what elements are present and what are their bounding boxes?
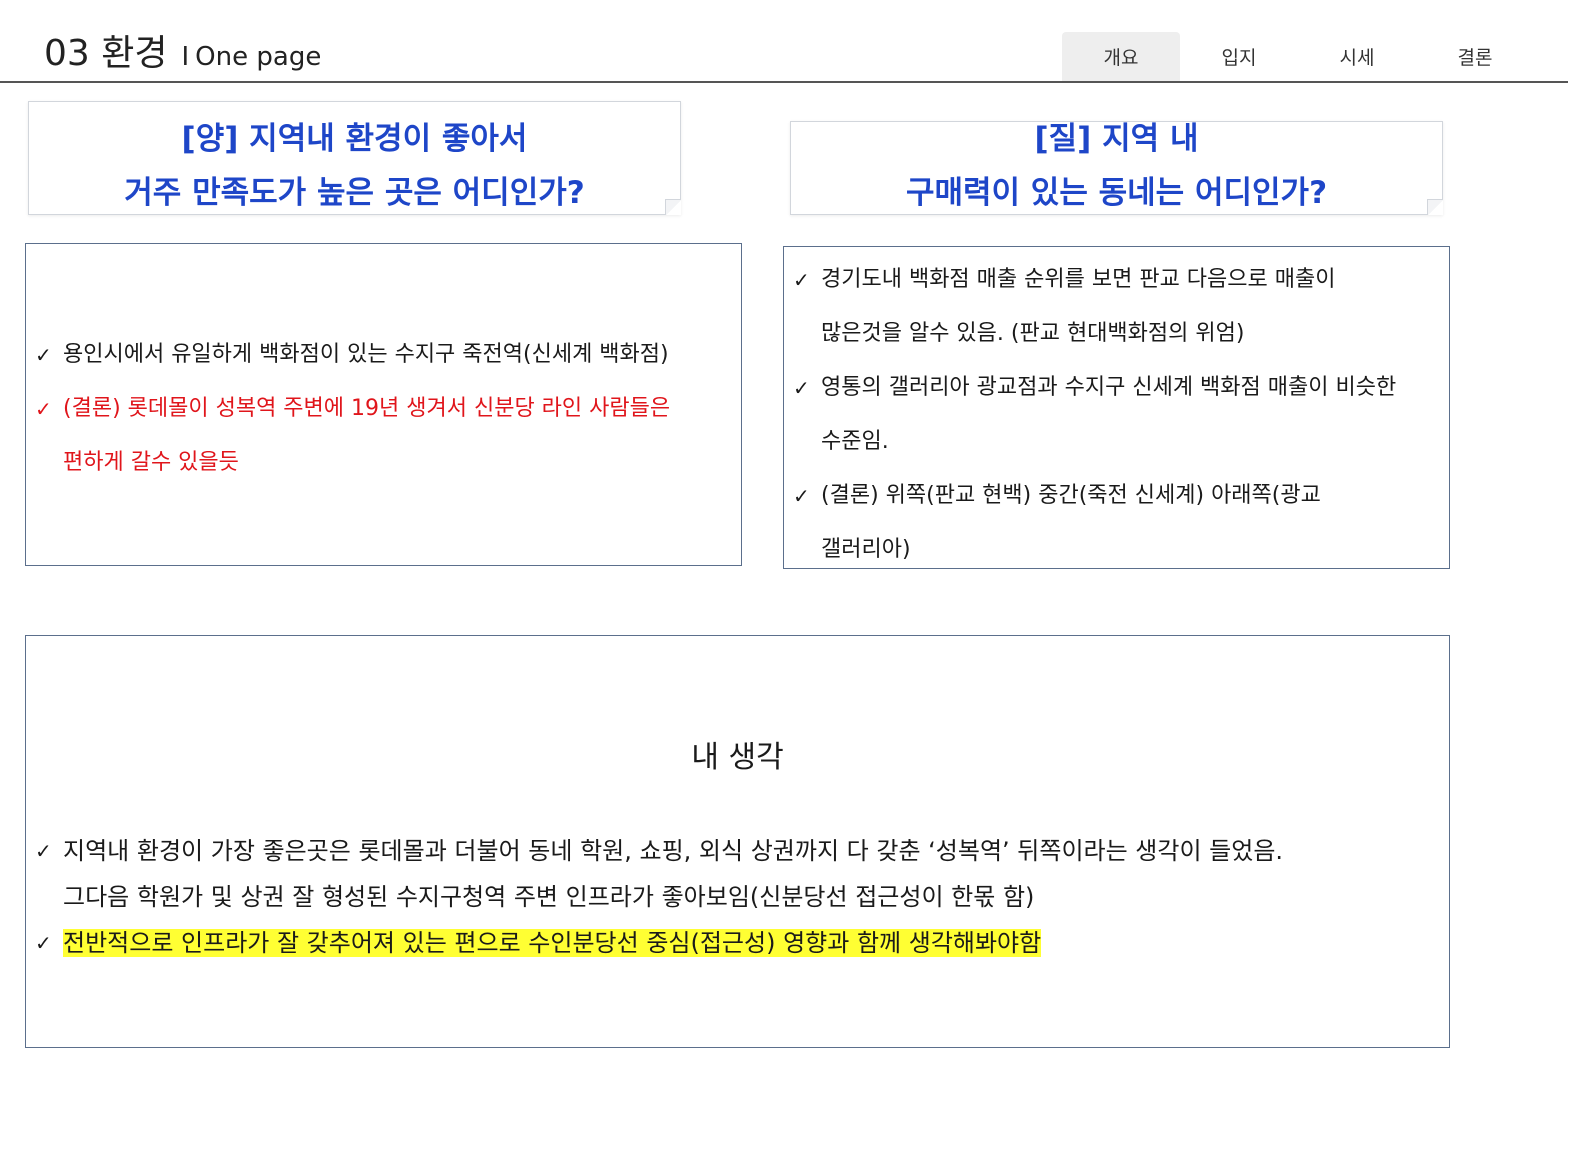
question-line: [질] 지역 내 [1034,121,1199,157]
check-icon: ✓ [793,376,810,400]
bullet-text: 영통의 갤러리아 광교점과 수지구 신세계 백화점 매출이 비슷한 [821,375,1397,400]
bullet-text: 수준임. [821,429,889,454]
bullet-list: ✓ 지역내 환경이 가장 좋은곳은 롯데몰과 더불어 동네 학원, 쇼핑, 외식… [35,828,1283,966]
bullet-text: 경기도내 백화점 매출 순위를 보면 판교 다음으로 매출이 [821,267,1336,292]
header-divider [0,81,1568,83]
title-separator: I [181,42,190,72]
tab-conclusion[interactable]: 결론 [1416,32,1534,81]
question-line: [양] 지역내 환경이 좋아서 [181,121,528,157]
tab-overview[interactable]: 개요 [1062,32,1180,81]
question-card-quality: [질] 지역 내 구매력이 있는 동네는 어디인가? [790,121,1443,215]
list-item: ✓ 지역내 환경이 가장 좋은곳은 롯데몰과 더불어 동네 학원, 쇼핑, 외식… [35,828,1283,920]
my-opinion-box: 내 생각 ✓ 지역내 환경이 가장 좋은곳은 롯데몰과 더불어 동네 학원, 쇼… [25,635,1450,1048]
bullet-text: 많은것을 알수 있음. (판교 현대백화점의 위엄) [821,321,1245,346]
bullet-text: 용인시에서 유일하게 백화점이 있는 수지구 죽전역(신세계 백화점) [63,342,669,367]
bullet-text: 편하게 갈수 있을듯 [63,450,239,475]
tab-location[interactable]: 입지 [1180,32,1298,81]
check-icon: ✓ [793,268,810,292]
tab-bar: 개요 입지 시세 결론 [1062,32,1534,81]
bullet-text: (결론) 롯데몰이 성복역 주변에 19년 생겨서 신분당 라인 사람들은 [63,396,671,421]
list-item: ✓ 영통의 갤러리아 광교점과 수지구 신세계 백화점 매출이 비슷한 수준임. [793,361,1396,469]
check-icon: ✓ [35,343,52,367]
list-item: ✓ 전반적으로 인프라가 잘 갖추어져 있는 편으로 수인분당선 중심(접근성)… [35,920,1283,966]
bullet-text: (결론) 위쪽(판교 현백) 중간(죽전 신세계) 아래쪽(광교 [821,483,1321,508]
check-icon: ✓ [35,839,52,863]
question-line: 구매력이 있는 동네는 어디인가? [905,175,1328,211]
bullet-text: 그다음 학원가 및 상권 잘 형성된 수지구청역 주변 인프라가 좋아보임(신분… [63,883,1035,911]
list-item: ✓ 용인시에서 유일하게 백화점이 있는 수지구 죽전역(신세계 백화점) [35,328,670,382]
conclusion-item: ✓ (결론) 롯데몰이 성복역 주변에 19년 생겨서 신분당 라인 사람들은 … [35,382,670,490]
bullet-list: ✓ 경기도내 백화점 매출 순위를 보면 판교 다음으로 매출이 많은것을 알수… [793,253,1396,577]
page-subtitle: One page [195,42,322,72]
check-icon: ✓ [35,397,52,421]
sales-ranking-notes-box: ✓ 경기도내 백화점 매출 순위를 보면 판교 다음으로 매출이 많은것을 알수… [783,246,1450,569]
section-number: 03 환경 [44,33,168,74]
list-item: ✓ 경기도내 백화점 매출 순위를 보면 판교 다음으로 매출이 많은것을 알수… [793,253,1396,361]
department-store-notes-box: ✓ 용인시에서 유일하게 백화점이 있는 수지구 죽전역(신세계 백화점) ✓ … [25,243,742,566]
bullet-list: ✓ 용인시에서 유일하게 백화점이 있는 수지구 죽전역(신세계 백화점) ✓ … [35,328,670,490]
highlighted-text: 전반적으로 인프라가 잘 갖추어져 있는 편으로 수인분당선 중심(접근성) 영… [63,929,1042,957]
question-line: 거주 만족도가 높은 곳은 어디인가? [124,175,585,211]
check-icon: ✓ [35,931,52,955]
tab-price[interactable]: 시세 [1298,32,1416,81]
page-title: 03 환경 I One page [44,24,321,76]
page-curl [665,199,681,215]
opinion-title: 내 생각 [691,740,784,775]
check-icon: ✓ [793,484,810,508]
bullet-text: 갤러리아) [821,537,911,562]
list-item: ✓ (결론) 위쪽(판교 현백) 중간(죽전 신세계) 아래쪽(광교 갤러리아) [793,469,1396,577]
page-curl [1427,199,1443,215]
bullet-text: 지역내 환경이 가장 좋은곳은 롯데몰과 더불어 동네 학원, 쇼핑, 외식 상… [63,837,1284,865]
question-card-quantity: [양] 지역내 환경이 좋아서 거주 만족도가 높은 곳은 어디인가? [28,101,681,215]
